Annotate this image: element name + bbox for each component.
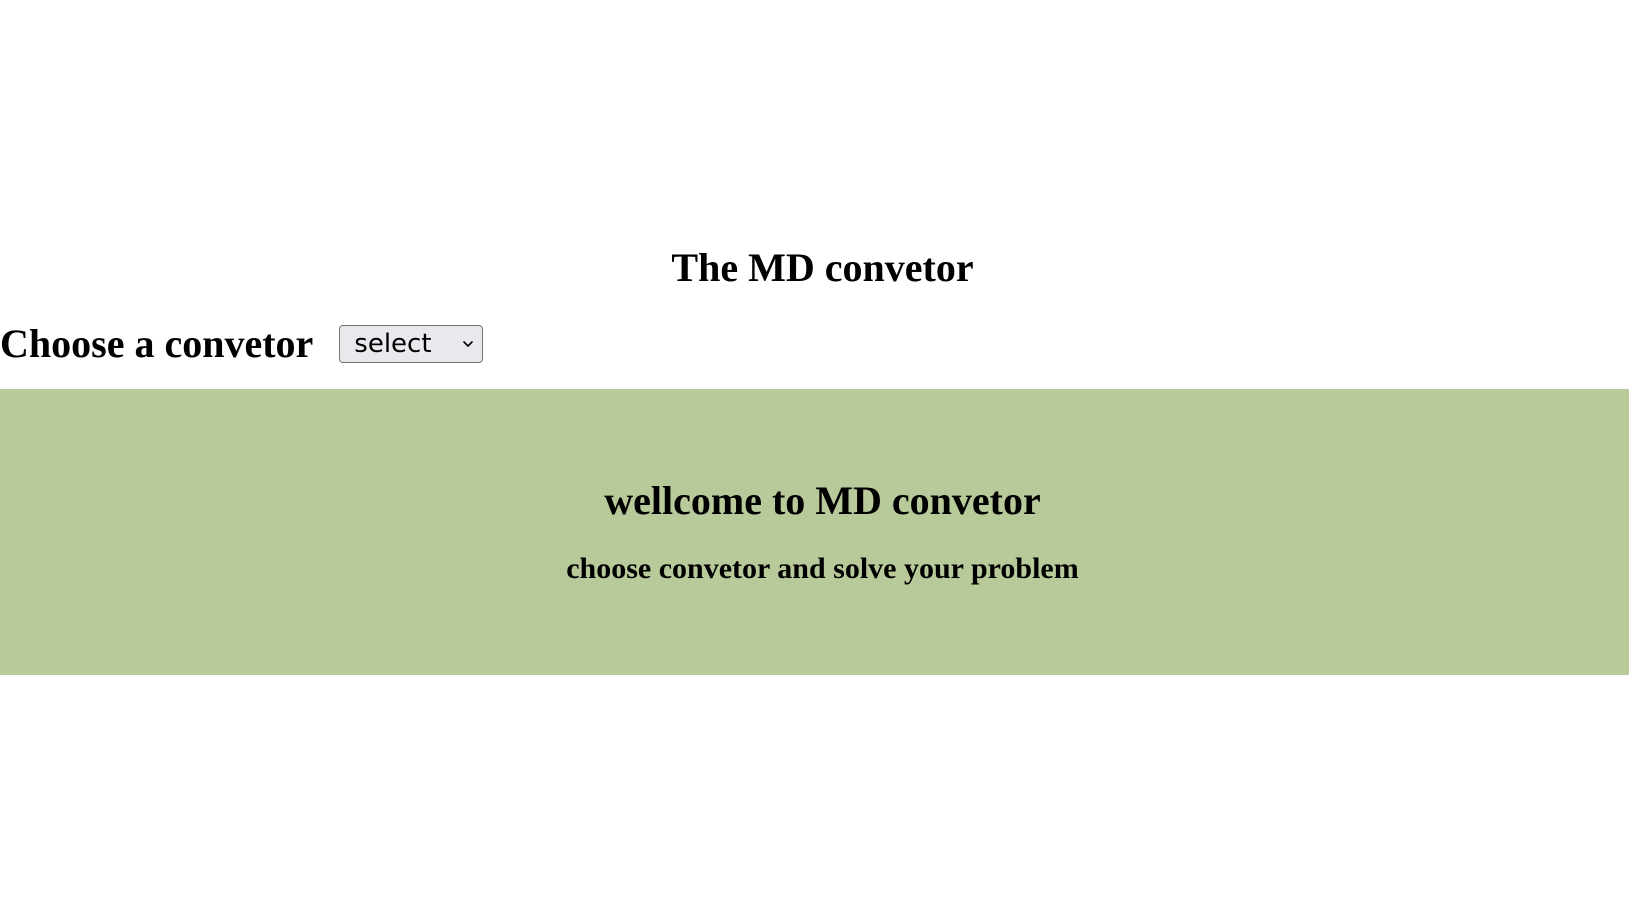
- converter-select-value: select: [354, 329, 432, 359]
- converter-select[interactable]: select: [339, 325, 484, 363]
- welcome-title: wellcome to MD convetor: [604, 478, 1041, 523]
- welcome-subtitle: choose convetor and solve your problem: [566, 552, 1079, 585]
- page: The MD convetor Choose a convetor select…: [0, 0, 1629, 912]
- welcome-banner: wellcome to MD convetor choose convetor …: [0, 389, 1629, 675]
- converter-chooser-label: Choose a convetor: [0, 321, 314, 366]
- chevron-down-icon: [462, 338, 474, 350]
- page-title: The MD convetor: [671, 245, 974, 290]
- converter-chooser: Choose a convetor select: [0, 321, 484, 366]
